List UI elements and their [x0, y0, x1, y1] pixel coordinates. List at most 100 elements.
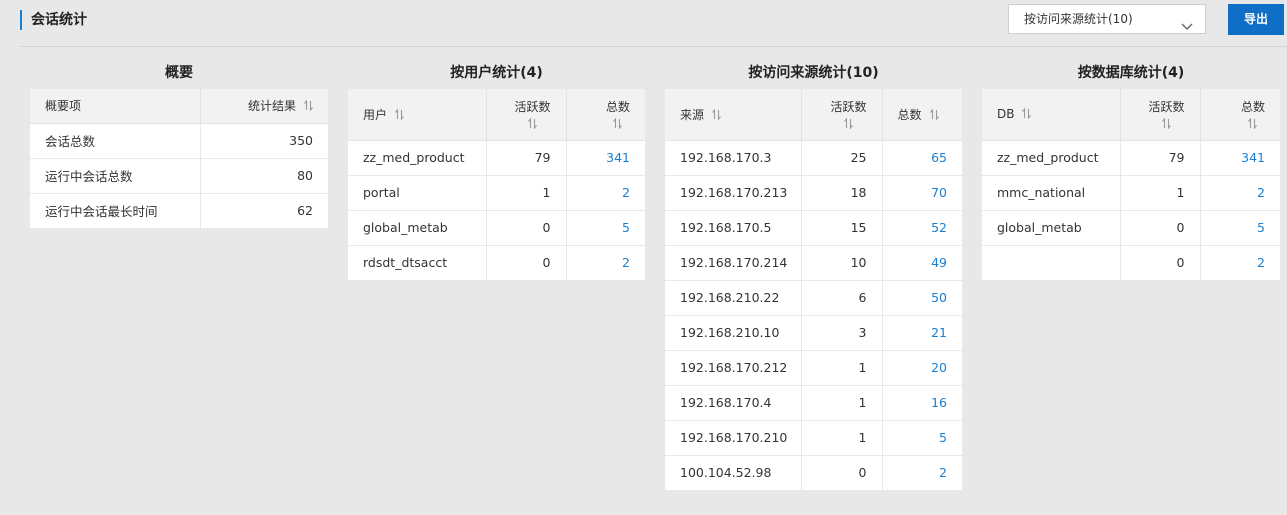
- table-cell: 1: [801, 384, 883, 420]
- column-header-db[interactable]: DB: [982, 89, 1121, 141]
- table-cell: 192.168.170.4: [665, 384, 802, 420]
- table-cell: 62: [200, 192, 328, 228]
- table-cell: 192.168.170.5: [665, 209, 802, 245]
- column-header-result[interactable]: 统计结果: [200, 89, 328, 124]
- table-cell: 3: [801, 314, 883, 350]
- total-link[interactable]: 341: [566, 139, 645, 175]
- table-row: 192.168.170.213 18 70: [665, 174, 962, 210]
- column-header-label: DB: [997, 107, 1015, 122]
- column-header-label: 活跃数: [514, 99, 551, 114]
- table-cell: 1: [801, 349, 883, 385]
- column-header-label: 统计结果: [247, 99, 296, 114]
- total-link[interactable]: 2: [1200, 244, 1280, 280]
- page-title: 会话统计: [20, 10, 87, 30]
- table-cell: 0: [486, 209, 567, 245]
- overview-title: 概要: [165, 65, 193, 81]
- overview-table: 概要项 统计结果 会话总数 350 运行中会话总数 80 运行中会话最长时间 62: [30, 89, 328, 228]
- table-row: 192.168.170.212 1 20: [665, 349, 962, 385]
- table-row: zz_med_product 79 341: [348, 139, 645, 175]
- overview-panel: 概要 概要项 统计结果 会话总数 350 运行中会话总数 80 运行中会话最长时间 6…: [30, 60, 328, 228]
- table-cell: portal: [348, 174, 487, 210]
- sort-icon[interactable]: [613, 117, 623, 129]
- table-cell: 0: [801, 454, 883, 490]
- sort-icon[interactable]: [1022, 108, 1032, 120]
- table-cell: 15: [801, 209, 883, 245]
- total-link[interactable]: 2: [566, 244, 645, 280]
- sort-icon[interactable]: [395, 108, 404, 120]
- table-cell: 192.168.210.22: [665, 279, 802, 315]
- total-link[interactable]: 70: [882, 174, 962, 210]
- total-link[interactable]: 341: [1200, 139, 1280, 175]
- export-button[interactable]: 导出: [1228, 4, 1284, 35]
- table-row: 192.168.170.5 15 52: [665, 209, 962, 245]
- table-row: portal 1 2: [348, 174, 645, 210]
- column-header-label: 总数: [897, 107, 922, 122]
- table-cell: [982, 244, 1121, 280]
- table-cell: mmc_national: [982, 174, 1121, 210]
- table-cell: 79: [486, 139, 567, 175]
- column-header-active[interactable]: 活跃数: [486, 89, 567, 141]
- table-row: 100.104.52.98 0 2: [665, 454, 962, 490]
- table-row: 会话总数 350: [30, 122, 328, 158]
- column-header-label: 活跃数: [830, 99, 867, 114]
- by-db-title: 按数据库统计(4): [1077, 65, 1185, 81]
- header-divider: [20, 46, 1287, 47]
- sort-icon[interactable]: [1248, 117, 1258, 129]
- table-row: global_metab 0 5: [348, 209, 645, 245]
- table-cell: 192.168.210.10: [665, 314, 802, 350]
- column-header-label: 活跃数: [1148, 99, 1185, 114]
- column-header-user[interactable]: 用户: [348, 89, 487, 141]
- table-cell: zz_med_product: [348, 139, 487, 175]
- column-header-total[interactable]: 总数: [566, 89, 645, 141]
- total-link[interactable]: 2: [1200, 174, 1280, 210]
- total-link[interactable]: 5: [882, 419, 962, 455]
- sort-icon[interactable]: [712, 108, 721, 120]
- total-link[interactable]: 5: [1200, 209, 1280, 245]
- total-link[interactable]: 5: [566, 209, 645, 245]
- table-row: 运行中会话最长时间 62: [30, 192, 328, 228]
- table-cell: 6: [801, 279, 883, 315]
- table-row: mmc_national 1 2: [982, 174, 1280, 210]
- total-link[interactable]: 2: [566, 174, 645, 210]
- table-cell: rdsdt_dtsacct: [348, 244, 487, 280]
- column-header-item: 概要项: [30, 89, 201, 124]
- total-link[interactable]: 2: [882, 454, 962, 490]
- column-header-active[interactable]: 活跃数: [1120, 89, 1201, 141]
- column-header-label: 概要项: [45, 99, 82, 114]
- total-link[interactable]: 52: [882, 209, 962, 245]
- table-cell: 1: [486, 174, 567, 210]
- column-header-source[interactable]: 来源: [665, 89, 802, 141]
- total-link[interactable]: 65: [882, 139, 962, 175]
- sort-icon[interactable]: [528, 117, 537, 129]
- table-cell: 运行中会话总数: [30, 157, 201, 193]
- table-cell: 80: [200, 157, 328, 193]
- table-cell: zz_med_product: [982, 139, 1121, 175]
- total-link[interactable]: 49: [882, 244, 962, 280]
- table-cell: 25: [801, 139, 883, 175]
- table-row: 192.168.170.214 10 49: [665, 244, 962, 280]
- sort-icon[interactable]: [1162, 117, 1171, 129]
- column-header-label: 总数: [1240, 99, 1265, 114]
- total-link[interactable]: 16: [882, 384, 962, 420]
- column-header-active[interactable]: 活跃数: [801, 89, 883, 141]
- table-cell: 0: [486, 244, 567, 280]
- column-header-total[interactable]: 总数: [882, 89, 962, 141]
- by-user-panel: 按用户统计(4) 用户 活跃数 总数 zz_med_product 79 341 p…: [348, 60, 645, 280]
- sort-icon[interactable]: [929, 108, 939, 120]
- total-link[interactable]: 50: [882, 279, 962, 315]
- stat-type-select[interactable]: 按访问来源统计(10): [1008, 4, 1206, 34]
- by-user-title: 按用户统计(4): [450, 65, 543, 81]
- total-link[interactable]: 21: [882, 314, 962, 350]
- sort-icon[interactable]: [304, 100, 313, 112]
- table-row: 02: [982, 244, 1280, 280]
- table-cell: 1: [801, 419, 883, 455]
- column-header-total[interactable]: 总数: [1200, 89, 1280, 141]
- by-db-panel: 按数据库统计(4) DB 活跃数 总数 zz_med_product 79 341 …: [982, 60, 1280, 280]
- table-row: 192.168.210.22 6 50: [665, 279, 962, 315]
- table-row: rdsdt_dtsacct 0 2: [348, 244, 645, 280]
- table-cell: 192.168.170.214: [665, 244, 802, 280]
- total-link[interactable]: 20: [882, 349, 962, 385]
- sort-icon[interactable]: [844, 117, 853, 129]
- table-row: 192.168.210.10 3 21: [665, 314, 962, 350]
- by-user-table: 用户 活跃数 总数 zz_med_product 79 341 portal 1 2 g…: [348, 89, 645, 280]
